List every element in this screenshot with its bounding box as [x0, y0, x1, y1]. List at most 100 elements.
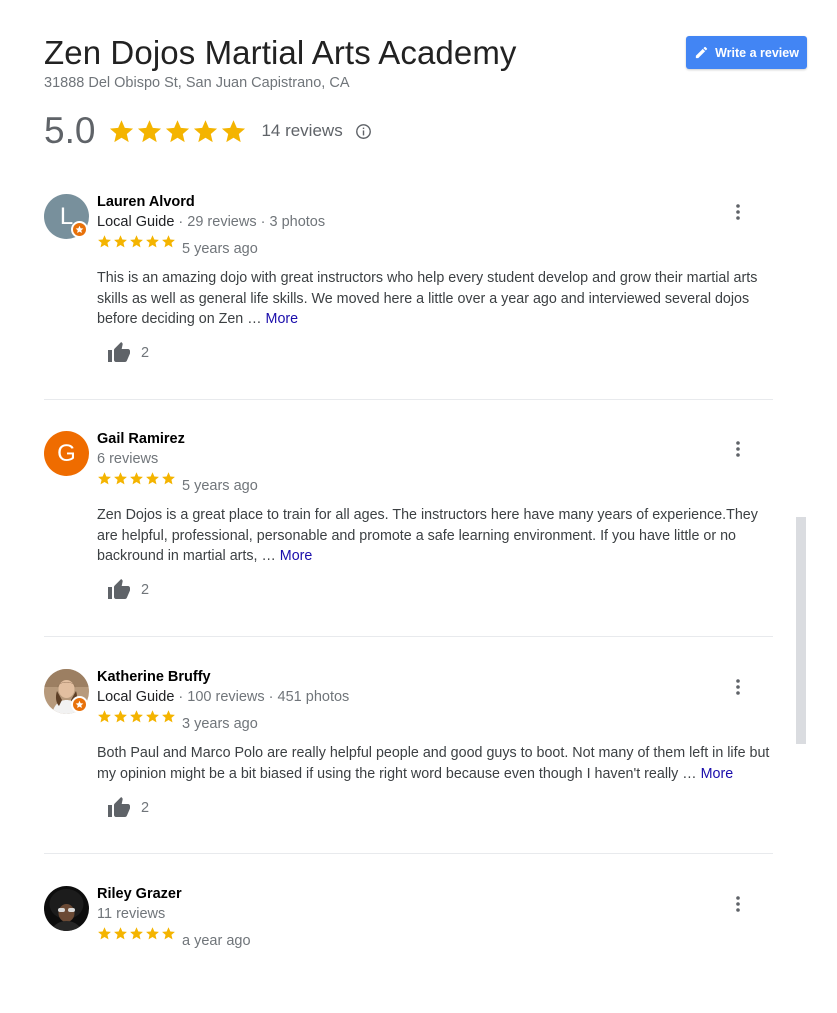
reviewer-meta: 6 reviews: [97, 451, 158, 467]
reviewer-stats: 6 reviews: [97, 451, 159, 467]
review-stars: [97, 926, 176, 941]
avatar[interactable]: [44, 669, 89, 714]
business-name: Zen Dojos Martial Arts Academy: [44, 34, 517, 71]
more-options-button[interactable]: [730, 894, 746, 914]
more-link[interactable]: More: [280, 548, 313, 564]
reviewer-photo: [44, 886, 89, 931]
star-icon: [110, 119, 134, 142]
star-icon: [98, 710, 111, 723]
review-body: Both Paul and Marco Polo are really help…: [97, 745, 770, 782]
star-icon: [114, 710, 127, 723]
more-options-button[interactable]: [730, 439, 746, 459]
reviewer-name[interactable]: Lauren Alvord: [97, 194, 195, 210]
star-icon: [130, 235, 143, 248]
review-card: Katherine Bruffy Local Guide · 100 revie…: [44, 669, 773, 839]
local-guide-badge-icon: [71, 696, 88, 713]
star-icon: [130, 710, 143, 723]
pencil-icon: [694, 45, 709, 60]
star-icon: [114, 927, 127, 940]
avatar[interactable]: L: [44, 194, 89, 239]
review-stars: [97, 709, 176, 724]
local-guide-badge-icon: [71, 221, 88, 238]
review-date: 5 years ago: [182, 241, 258, 257]
like-button[interactable]: 2: [97, 341, 149, 365]
review-stars: [97, 234, 176, 249]
more-options-button[interactable]: [730, 202, 746, 222]
like-button[interactable]: 2: [97, 796, 149, 820]
star-icon: [162, 710, 175, 723]
like-count: 2: [141, 582, 150, 598]
scrollbar[interactable]: [796, 517, 806, 744]
review-card: L Lauren Alvord Local Guide · 29 reviews…: [44, 194, 773, 384]
star-icon: [146, 710, 159, 723]
rating-summary: 5.0 14 reviews: [44, 108, 372, 154]
review-divider: [44, 853, 773, 854]
reviewer-stats: · 100 reviews · 451 photos: [178, 689, 350, 705]
review-count: 14 reviews: [261, 121, 343, 140]
reviewer-meta: Local Guide · 100 reviews · 451 photos: [97, 689, 349, 705]
star-icon: [138, 119, 162, 142]
review-body: Zen Dojos is a great place to train for …: [97, 507, 758, 564]
review-divider: [44, 399, 773, 400]
star-icon: [222, 119, 246, 142]
star-icon: [146, 927, 159, 940]
write-review-label: Write a review: [715, 45, 799, 60]
reviewer-meta: Local Guide · 29 reviews · 3 photos: [97, 214, 325, 230]
reviewer-meta: 11 reviews: [97, 906, 165, 922]
review-date: 3 years ago: [182, 716, 258, 732]
avatar[interactable]: G: [44, 431, 89, 476]
reviewer-stats: 11 reviews: [97, 906, 166, 922]
thumbs-up-icon: [107, 796, 131, 820]
like-button[interactable]: 2: [97, 578, 149, 602]
review-card: G Gail Ramirez 6 reviews 5 years ago Zen…: [44, 431, 773, 621]
review-card: Riley Grazer 11 reviews a year ago: [44, 886, 773, 956]
more-vert-icon: [736, 679, 740, 695]
review-divider: [44, 636, 773, 637]
review-date: a year ago: [182, 933, 251, 949]
reviewer-name[interactable]: Gail Ramirez: [97, 431, 185, 447]
reviewer-stats: · 29 reviews · 3 photos: [178, 214, 326, 230]
thumbs-up-icon: [107, 578, 131, 602]
star-icon: [162, 927, 175, 940]
like-count: 2: [141, 345, 150, 361]
local-guide-label: Local Guide: [97, 214, 179, 230]
star-icon: [98, 927, 111, 940]
avatar[interactable]: [44, 886, 89, 931]
star-icon: [130, 927, 143, 940]
star-icon: [98, 472, 111, 485]
review-text: This is an amazing dojo with great instr…: [97, 268, 773, 330]
reviews-page: Zen Dojos Martial Arts Academy 31888 Del…: [0, 0, 837, 1013]
star-icon: [162, 235, 175, 248]
review-date: 5 years ago: [182, 478, 258, 494]
info-icon[interactable]: [355, 123, 372, 140]
write-review-button[interactable]: Write a review: [686, 36, 807, 69]
review-body: This is an amazing dojo with great instr…: [97, 270, 758, 327]
star-icon: [130, 472, 143, 485]
more-link[interactable]: More: [701, 766, 734, 782]
star-icon: [166, 119, 190, 142]
star-icon: [146, 235, 159, 248]
review-text: Zen Dojos is a great place to train for …: [97, 505, 773, 567]
star-icon: [146, 472, 159, 485]
local-guide-label: Local Guide: [97, 689, 179, 705]
average-rating-stars: [108, 118, 247, 145]
review-stars: [97, 471, 176, 486]
average-rating: 5.0: [44, 110, 96, 151]
avatar-initial: G: [57, 439, 76, 467]
star-icon: [194, 119, 218, 142]
star-icon: [98, 235, 111, 248]
more-link[interactable]: More: [266, 311, 299, 327]
star-icon: [114, 235, 127, 248]
more-vert-icon: [736, 896, 740, 912]
more-vert-icon: [736, 204, 740, 220]
more-vert-icon: [736, 441, 740, 457]
more-options-button[interactable]: [730, 677, 746, 697]
thumbs-up-icon: [107, 341, 131, 365]
star-icon: [162, 472, 175, 485]
like-count: 2: [141, 800, 150, 816]
review-text: Both Paul and Marco Polo are really help…: [97, 743, 773, 784]
star-icon: [114, 472, 127, 485]
business-address: 31888 Del Obispo St, San Juan Capistrano…: [44, 75, 350, 91]
reviewer-name[interactable]: Riley Grazer: [97, 886, 182, 902]
reviewer-name[interactable]: Katherine Bruffy: [97, 669, 211, 685]
